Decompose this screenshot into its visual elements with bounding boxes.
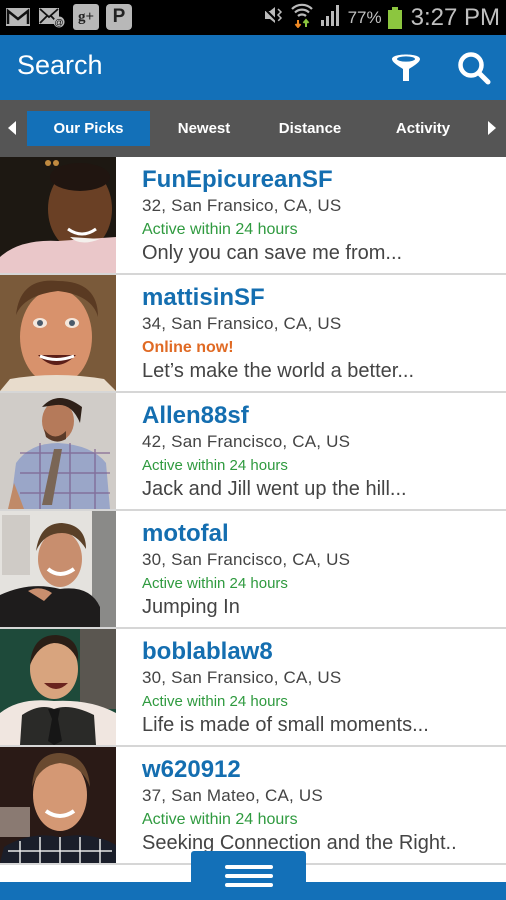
profile-location: 30, San Francisco, CA, US <box>142 550 351 569</box>
profile-info: boblablaw8 30, San Fransico, CA, US Acti… <box>142 637 500 737</box>
caret-right-icon <box>488 121 496 135</box>
profile-username[interactable]: boblablaw8 <box>142 637 500 667</box>
profile-about: Let’s make the world a better... <box>142 360 415 382</box>
profile-photo[interactable] <box>0 629 116 745</box>
profile-location: 37, San Mateo, CA, US <box>142 786 323 805</box>
profile-location: 42, San Francisco, CA, US <box>142 432 351 451</box>
profile-status: Active within 24 hours <box>142 221 298 238</box>
profile-row[interactable]: Allen88sf 42, San Francisco, CA, US Acti… <box>0 393 506 511</box>
profile-info: Allen88sf 42, San Francisco, CA, US Acti… <box>142 401 500 501</box>
profile-username[interactable]: Allen88sf <box>142 401 500 431</box>
profile-location: 34, San Fransico, CA, US <box>142 314 342 333</box>
vibrate-mute-icon <box>260 5 284 30</box>
profile-row[interactable]: mattisinSF 34, San Fransico, CA, US Onli… <box>0 275 506 393</box>
profile-photo[interactable] <box>0 393 116 509</box>
pinterest-icon: P <box>106 4 132 30</box>
profile-row[interactable]: boblablaw8 30, San Fransico, CA, US Acti… <box>0 629 506 747</box>
profile-list: FunEpicureanSF 32, San Fransico, CA, US … <box>0 157 506 865</box>
tab-bar: Our Picks Newest Distance Activity <box>0 100 506 157</box>
tab-distance[interactable]: Distance <box>258 111 362 146</box>
profile-about: Only you can save me from... <box>142 242 403 264</box>
svg-text:@: @ <box>54 18 63 28</box>
search-icon <box>458 52 491 85</box>
profile-status: Active within 24 hours <box>142 693 288 710</box>
profile-photo[interactable] <box>0 275 116 391</box>
profile-about: Jack and Jill went up the hill... <box>142 478 407 500</box>
gmail-icon <box>5 4 31 30</box>
profile-status: Active within 24 hours <box>142 457 288 474</box>
profile-row[interactable]: FunEpicureanSF 32, San Fransico, CA, US … <box>0 157 506 275</box>
profile-username[interactable]: w620912 <box>142 755 500 785</box>
profile-photo[interactable] <box>0 747 116 863</box>
profile-status: Active within 24 hours <box>142 811 298 828</box>
battery-icon <box>387 6 402 29</box>
app-bar: Search <box>0 35 506 100</box>
profile-info: motofal 30, San Francisco, CA, US Active… <box>142 519 500 619</box>
hamburger-menu-icon <box>224 864 273 887</box>
profile-row[interactable]: w620912 37, San Mateo, CA, US Active wit… <box>0 747 506 865</box>
profile-username[interactable]: mattisinSF <box>142 283 500 313</box>
profile-about: Jumping In <box>142 596 240 618</box>
caret-left-icon <box>8 121 16 135</box>
profile-photo[interactable] <box>0 157 116 273</box>
online-status-badge: Online now! <box>142 339 234 356</box>
scroll-tabs-left-button[interactable] <box>5 119 19 137</box>
profile-username[interactable]: FunEpicureanSF <box>142 165 500 195</box>
profile-about: Life is made of small moments... <box>142 714 429 736</box>
profile-username[interactable]: motofal <box>142 519 500 549</box>
tab-activity[interactable]: Activity <box>370 111 476 146</box>
wifi-icon <box>290 2 314 33</box>
profile-row[interactable]: motofal 30, San Francisco, CA, US Active… <box>0 511 506 629</box>
battery-percent: 77% <box>347 7 382 27</box>
profile-status: Active within 24 hours <box>142 575 288 592</box>
profile-location: 30, San Fransico, CA, US <box>142 668 342 687</box>
menu-button[interactable] <box>191 851 306 900</box>
filter-button[interactable] <box>388 49 424 85</box>
status-bar: @ g+ P 77% 3:27 PM <box>0 0 506 35</box>
email-icon: @ <box>38 4 66 30</box>
profile-info: w620912 37, San Mateo, CA, US Active wit… <box>142 755 500 855</box>
scroll-tabs-right-button[interactable] <box>485 119 499 137</box>
clock: 3:27 PM <box>410 3 500 31</box>
profile-info: FunEpicureanSF 32, San Fransico, CA, US … <box>142 165 500 265</box>
profile-photo[interactable] <box>0 511 116 627</box>
profile-info: mattisinSF 34, San Fransico, CA, US Onli… <box>142 283 500 383</box>
tab-our-picks[interactable]: Our Picks <box>27 111 150 146</box>
filter-icon <box>392 54 420 81</box>
profile-location: 32, San Fransico, CA, US <box>142 196 342 215</box>
search-button[interactable] <box>456 50 492 86</box>
tab-newest[interactable]: Newest <box>158 111 250 146</box>
cell-signal-icon <box>320 4 342 31</box>
page-title: Search <box>17 50 103 80</box>
google-plus-icon: g+ <box>73 4 99 30</box>
